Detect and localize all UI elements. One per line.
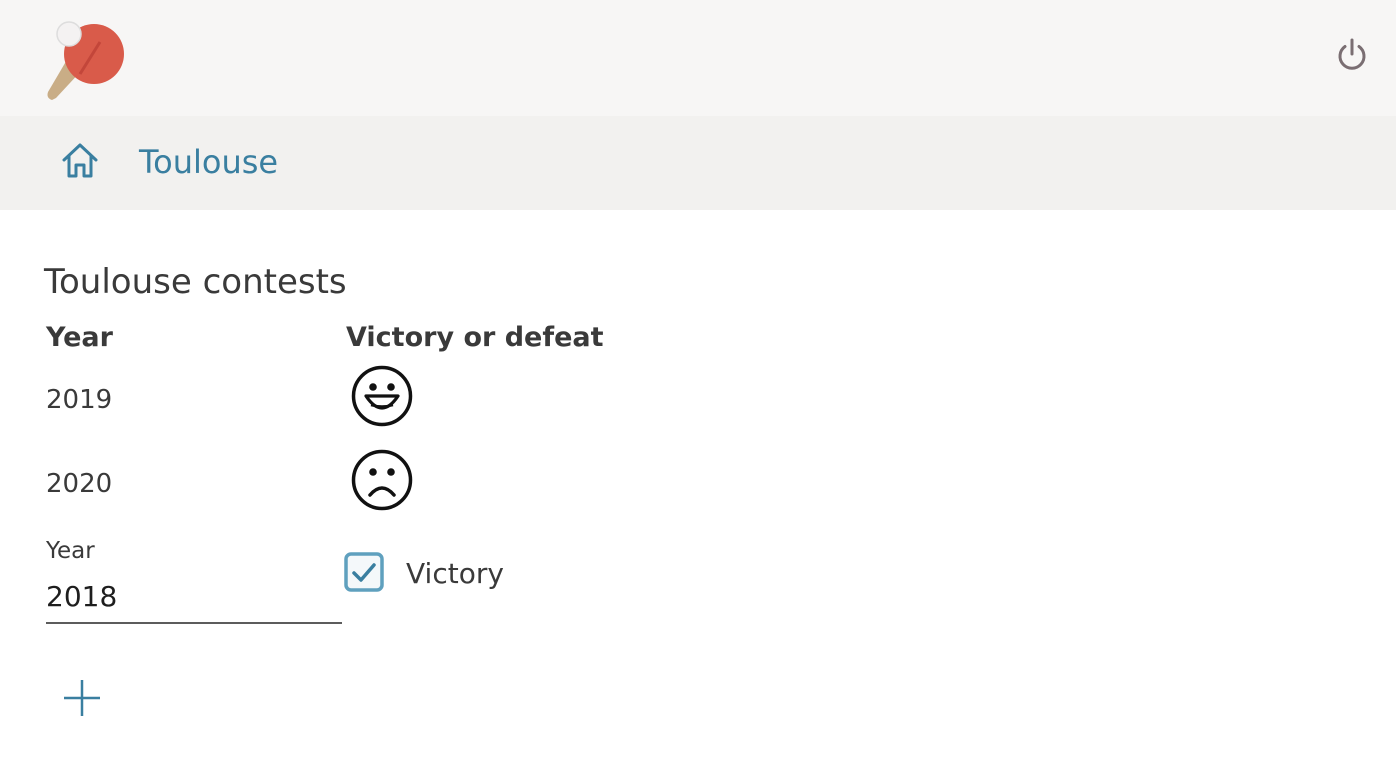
breadcrumb-current[interactable]: Toulouse: [139, 142, 278, 182]
ping-pong-paddle-icon: [47, 21, 124, 100]
year-input[interactable]: [46, 570, 342, 624]
page-title: Toulouse contests: [44, 262, 347, 302]
top-bar: [0, 0, 1396, 116]
victory-checkbox[interactable]: [344, 552, 384, 592]
year-field-label: Year: [46, 538, 95, 564]
power-icon[interactable]: [1334, 37, 1370, 73]
table-row-year: 2020: [46, 469, 113, 499]
home-icon[interactable]: [60, 141, 100, 181]
victory-checkbox-label: Victory: [406, 557, 504, 590]
smiling-face-icon: [351, 365, 413, 427]
column-header-result: Victory or defeat: [346, 322, 604, 353]
sad-face-icon: [351, 449, 413, 511]
column-header-year: Year: [46, 322, 113, 353]
plus-icon[interactable]: [62, 678, 102, 718]
table-row-year: 2019: [46, 385, 113, 415]
